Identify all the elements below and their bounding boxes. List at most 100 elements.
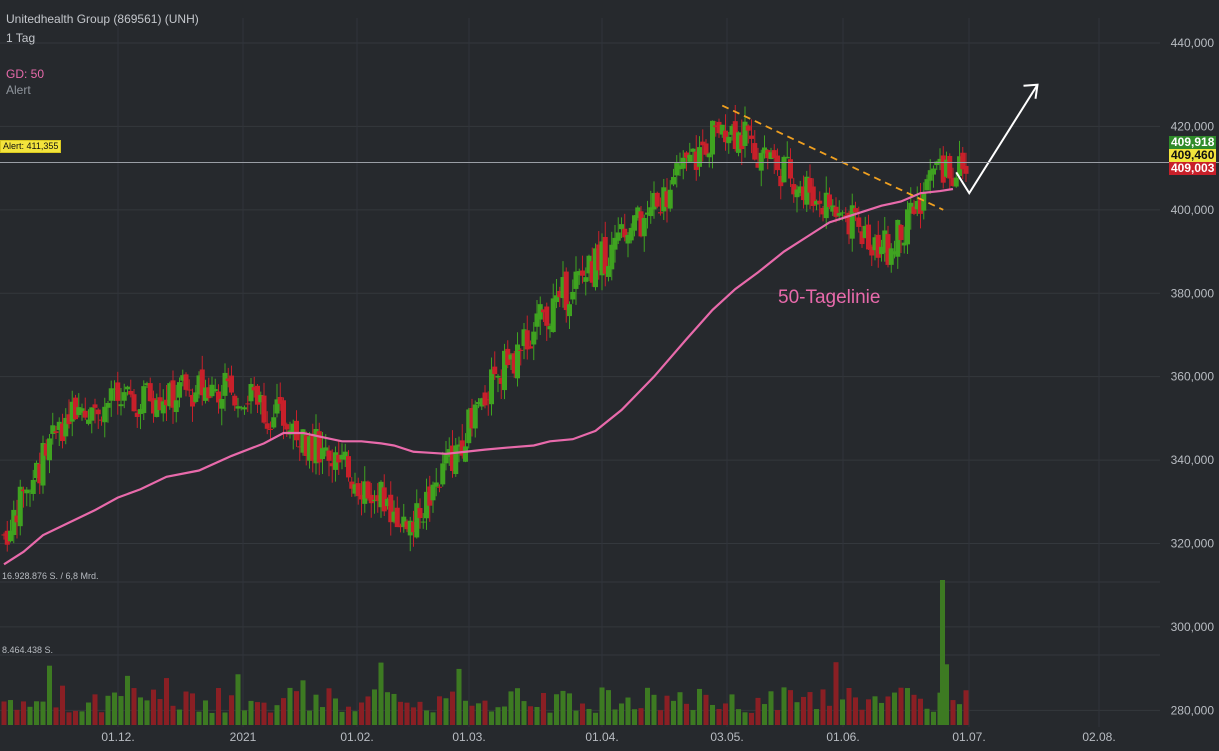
volume-bar [885,696,891,725]
volume-bar [456,668,462,725]
volume-bar [677,692,683,725]
x-tick-label: 01.06. [826,730,859,744]
volume-bar [170,705,176,725]
volume-bar [53,707,59,725]
candle-body [931,168,936,175]
volume-bar [768,691,774,725]
volume-bar [287,687,293,725]
volume-bar [560,690,566,725]
volume-bar [183,691,189,725]
volume-bar [671,700,676,725]
candle-body [105,402,111,408]
alert-price-tag[interactable]: Alert: 411,355 [0,140,62,153]
candle-body [641,217,647,237]
volume-bar [872,696,878,725]
candle-body [183,374,189,390]
volume-bar [274,705,280,725]
candle-body [495,375,501,378]
candle-body [583,277,589,282]
candle-body [433,482,439,487]
candle-body [827,194,832,208]
volume-bar [14,709,20,725]
candle-body [326,450,332,461]
volume-bar [21,701,26,725]
low-price-badge: 409,003 [1169,161,1217,175]
volume-bar [703,694,709,725]
volume-bar [515,688,520,725]
volume-bar [261,702,267,725]
y-tick-label: 340,000 [1171,453,1215,467]
volume-bar [222,712,228,725]
candle-body [515,344,520,379]
y-tick-label: 320,000 [1171,536,1215,550]
volume-bar [599,687,605,725]
volume-bar [924,708,930,725]
candle-body [875,234,881,258]
candle-body [368,494,374,504]
volume-bar [8,700,13,725]
chart-interval[interactable]: 1 Tag [6,31,35,45]
candle-body [866,224,871,250]
volume-bar [105,695,111,725]
indicator-name[interactable]: GD: 50 [6,67,44,81]
volume-bar [528,706,533,725]
candle-body [615,232,621,241]
candle-body [118,404,124,407]
stock-chart[interactable]: 280,000 300,000 320,000 340,000 360,000 380,0… [0,0,1219,751]
volume-bar [762,704,767,725]
x-tick-label: 01.07. [952,730,985,744]
volume-bar [788,690,793,725]
candle-body [17,486,23,527]
volume-bar [417,701,423,725]
x-tick-label: 02.08. [1082,730,1115,744]
candle-body [680,157,686,169]
volume-bar [268,712,273,725]
candle-body [924,179,930,191]
x-tick-label: 2021 [230,730,257,744]
volume-bar [684,703,689,725]
candle-body [89,407,95,421]
volume-bar [775,710,780,725]
candle-body [674,163,680,176]
candle-body [453,445,459,475]
volume-bar [742,712,748,725]
volume-bar [859,709,865,725]
candle-body [242,407,247,410]
candle-body [284,424,290,430]
y-tick-label: 440,000 [1171,36,1215,50]
volume-bar [619,703,624,725]
volume-last-label: 8.464.438 S. [2,645,54,655]
y-tick-label: 380,000 [1171,286,1215,300]
candle-body [518,349,524,351]
volume-bar [131,688,137,725]
volume-bar [651,694,657,725]
volume-bar [755,697,761,725]
candle-body [95,409,101,415]
volume-bar [346,706,351,725]
candle-body [131,394,137,412]
candle-body [271,417,277,428]
volume-bar [378,662,384,725]
grid-lines [0,18,1160,727]
volume-bar [697,688,702,725]
volume-bar [372,689,377,725]
candle-body [437,486,442,488]
volume-bar [729,694,735,725]
volume-bar [177,709,182,725]
candle-body [323,447,329,451]
candle-body [836,213,842,216]
candle-body [248,383,254,402]
candle-body [531,331,537,345]
candle-body [817,200,823,204]
volume-bar [905,688,910,725]
volume-bar [716,709,722,725]
volume-bar [638,708,644,725]
volume-bar [411,707,416,725]
volume-bar [931,711,936,725]
candle-body [905,209,910,245]
volume-bar [430,712,436,725]
volume-bar [255,702,260,725]
candle-body [125,386,130,390]
volume-bar [443,698,449,725]
volume-bar [365,696,371,725]
